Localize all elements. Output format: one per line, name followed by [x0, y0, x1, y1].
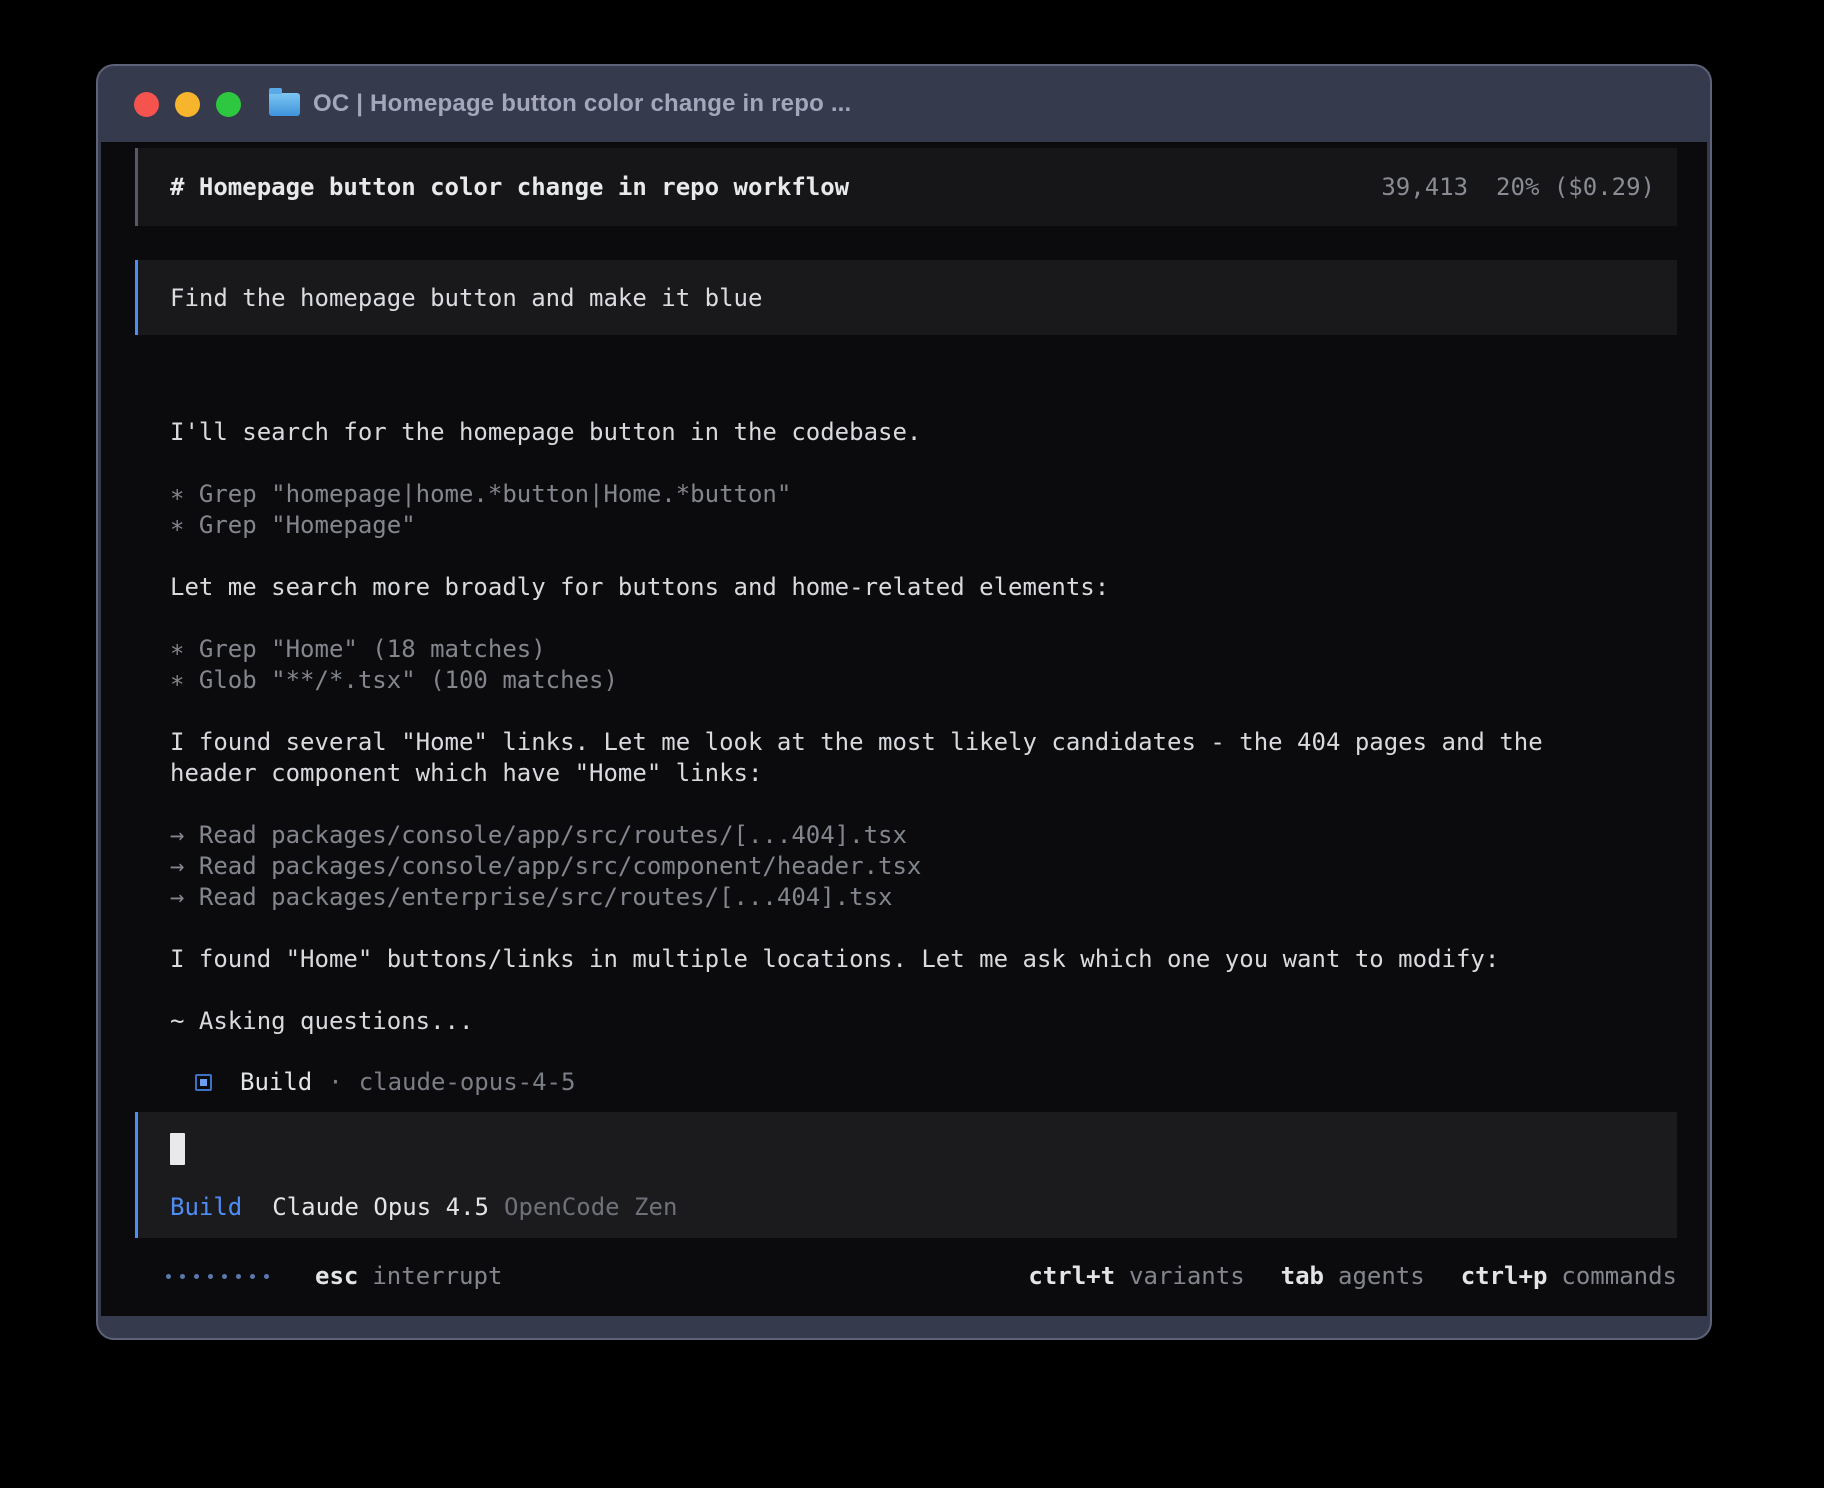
traffic-lights — [134, 92, 241, 117]
assistant-message: I'll search for the homepage button in t… — [170, 417, 1580, 448]
user-message: Find the homepage button and make it blu… — [135, 260, 1677, 335]
agent-separator: · — [328, 1068, 342, 1096]
shortcut-label: commands — [1561, 1262, 1677, 1290]
status-left: esc interrupt — [135, 1262, 502, 1290]
tool-calls: ∗ Grep "homepage|home.*button|Home.*butt… — [170, 479, 1580, 541]
close-button[interactable] — [134, 92, 159, 117]
tool-call-read: → Read packages/console/app/src/routes/[… — [170, 820, 1580, 851]
token-count: 39,413 — [1381, 173, 1468, 201]
folder-icon — [269, 93, 300, 116]
esc-label: interrupt — [372, 1262, 502, 1290]
asking-questions-text: ~ Asking questions... — [170, 1006, 1580, 1037]
context-usage: 20% ($0.29) — [1496, 173, 1655, 201]
shortcut-variants: ctrl+t variants — [1028, 1262, 1244, 1290]
shortcut-label: agents — [1338, 1262, 1425, 1290]
shortcut-commands: ctrl+p commands — [1461, 1262, 1677, 1290]
prompt-input[interactable]: Build Claude Opus 4.5 OpenCode Zen — [135, 1112, 1677, 1238]
tool-call-read: → Read packages/console/app/src/componen… — [170, 851, 1580, 882]
terminal-window: OC | Homepage button color change in rep… — [96, 64, 1712, 1340]
titlebar[interactable]: OC | Homepage button color change in rep… — [101, 66, 1707, 142]
input-footer: Build Claude Opus 4.5 OpenCode Zen — [170, 1193, 1645, 1221]
assistant-text: I'll search for the homepage button in t… — [170, 417, 1580, 448]
shortcut-key: ctrl+t — [1028, 1262, 1115, 1290]
user-message-text: Find the homepage button and make it blu… — [170, 284, 762, 312]
session-title: # Homepage button color change in repo w… — [170, 173, 849, 201]
shortcut-agents: tab agents — [1281, 1262, 1425, 1290]
assistant-text: I found several "Home" links. Let me loo… — [170, 727, 1580, 789]
tool-calls: → Read packages/console/app/src/routes/[… — [170, 820, 1580, 913]
tool-call-grep: ∗ Grep "homepage|home.*button|Home.*butt… — [170, 479, 1580, 510]
esc-key: esc — [315, 1262, 358, 1290]
tool-call-glob: ∗ Glob "**/*.tsx" (100 matches) — [170, 665, 1580, 696]
window-title: OC | Homepage button color change in rep… — [313, 90, 851, 118]
assistant-message: Let me search more broadly for buttons a… — [170, 572, 1580, 603]
tool-call-grep: ∗ Grep "Homepage" — [170, 510, 1580, 541]
tool-call-grep: ∗ Grep "Home" (18 matches) — [170, 634, 1580, 665]
agent-name: Build — [240, 1068, 312, 1096]
assistant-status: ~ Asking questions... — [170, 1006, 1580, 1037]
zoom-button[interactable] — [216, 92, 241, 117]
spinner-dots — [166, 1274, 269, 1279]
model-name: Claude Opus 4.5 — [272, 1193, 489, 1221]
tool-call-read: → Read packages/enterprise/src/routes/[.… — [170, 882, 1580, 913]
assistant-message: I found "Home" buttons/links in multiple… — [170, 944, 1580, 975]
session-header: # Homepage button color change in repo w… — [135, 148, 1677, 226]
agent-status-line: Build · claude-opus-4-5 — [195, 1068, 1580, 1096]
agent-badge: Build — [170, 1193, 242, 1221]
minimize-button[interactable] — [175, 92, 200, 117]
input-cursor — [170, 1133, 185, 1165]
session-stats: 39,413 20% ($0.29) — [1381, 173, 1655, 201]
tool-calls: ∗ Grep "Home" (18 matches) ∗ Glob "**/*.… — [170, 634, 1580, 696]
status-bar: esc interrupt ctrl+t variants tab agents… — [135, 1262, 1677, 1290]
assistant-text: I found "Home" buttons/links in multiple… — [170, 944, 1580, 975]
shortcut-key: ctrl+p — [1461, 1262, 1548, 1290]
esc-hint: esc interrupt — [315, 1262, 502, 1290]
transcript: I'll search for the homepage button in t… — [170, 417, 1580, 1096]
terminal-content: # Homepage button color change in repo w… — [101, 142, 1707, 1316]
assistant-text: Let me search more broadly for buttons a… — [170, 572, 1580, 603]
provider-name: OpenCode Zen — [504, 1193, 677, 1221]
status-right: ctrl+t variants tab agents ctrl+p comman… — [1028, 1262, 1677, 1290]
shortcut-key: tab — [1281, 1262, 1324, 1290]
shortcut-label: variants — [1129, 1262, 1245, 1290]
build-agent-icon — [195, 1074, 212, 1091]
assistant-message: I found several "Home" links. Let me loo… — [170, 727, 1580, 789]
agent-model: claude-opus-4-5 — [359, 1068, 576, 1096]
